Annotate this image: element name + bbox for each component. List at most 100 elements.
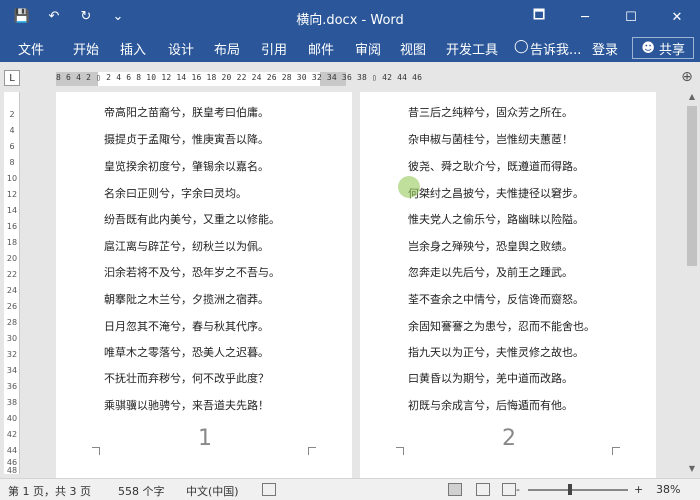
vruler-number: 40 [6,414,18,423]
tab-references[interactable]: 引用 [261,39,287,58]
tab-review[interactable]: 审阅 [355,39,381,58]
scroll-thumb[interactable] [687,106,697,266]
read-mode-icon[interactable] [448,483,462,496]
page-count-status[interactable]: 第 1 页，共 3 页 [8,483,91,499]
text-line[interactable]: 余固知謇謇之为患兮，忍而不能舍也。 [408,318,595,334]
tab-home[interactable]: 开始 [73,39,99,58]
page-1[interactable]: 帝高阳之苗裔兮，朕皇考曰伯庸。 摄提贞于孟陬兮，惟庚寅吾以降。 皇览揆余初度兮，… [56,92,352,478]
text-line[interactable]: 帝高阳之苗裔兮，朕皇考曰伯庸。 [104,104,269,120]
margin-corner-mark [92,447,100,455]
web-layout-icon[interactable] [502,483,516,496]
text-line[interactable]: 初既与余成言兮，后悔遁而有他。 [408,397,573,413]
margin-corner-mark [612,447,620,455]
zoom-slider[interactable] [528,489,628,491]
vruler-number: 48 [6,466,18,475]
text-line[interactable]: 忽奔走以先后兮，及前王之踵武。 [408,264,573,280]
vruler-number: 6 [9,142,15,151]
zoom-in-button[interactable]: + [634,483,643,496]
vruler-number: 44 [6,446,18,455]
ruler-row: L 8 6 4 2 ▯ 2 4 6 8 10 12 14 16 18 20 22… [0,62,700,92]
page-number: 1 [198,426,212,451]
tab-developer[interactable]: 开发工具 [446,39,498,58]
tell-me-box[interactable]: 告诉我... [530,39,581,58]
ribbon-display-options-icon[interactable]: 🗖 [516,0,562,34]
vruler-number: 30 [6,334,18,343]
tab-selector[interactable]: L [4,70,20,86]
tab-view[interactable]: 视图 [400,39,426,58]
text-line[interactable]: 朝搴阰之木兰兮，夕揽洲之宿莽。 [104,291,269,307]
vruler-number: 28 [6,318,18,327]
vertical-scrollbar[interactable]: ▲ ▼ [684,92,700,478]
vruler-number: 14 [6,206,18,215]
word-count-status[interactable]: 558 个字 [118,483,165,499]
maximize-button[interactable]: ☐ [608,0,654,34]
text-line[interactable]: 乘骐骥以驰骋兮，来吾道夫先路！ [104,397,269,413]
vruler-number: 42 [6,430,18,439]
text-line[interactable]: 不抚壮而弃秽兮，何不改乎此度？ [104,370,269,386]
horizontal-ruler-scale: 8 6 4 2 ▯ 2 4 6 8 10 12 14 16 18 20 22 2… [56,73,423,82]
text-line[interactable]: 指九天以为正兮，夫惟灵修之故也。 [408,344,584,360]
close-button[interactable]: ✕ [654,0,700,34]
vruler-number: 36 [6,382,18,391]
tab-insert[interactable]: 插入 [120,39,146,58]
text-line[interactable]: 摄提贞于孟陬兮，惟庚寅吾以降。 [104,131,269,147]
text-line[interactable]: 荃不查余之中情兮，反信谗而齌怒。 [408,291,584,307]
margin-corner-mark [396,447,404,455]
document-canvas[interactable]: 帝高阳之苗裔兮，朕皇考曰伯庸。 摄提贞于孟陬兮，惟庚寅吾以降。 皇览揆余初度兮，… [20,92,684,478]
tab-design[interactable]: 设计 [168,39,194,58]
vertical-ruler: 2 4 6 8 10 12 14 16 18 20 22 24 26 28 30… [4,92,20,475]
text-line[interactable]: 曰黄昏以为期兮，羌中道而改路。 [408,370,573,386]
vruler-number: 8 [9,158,15,167]
text-line[interactable]: 唯草木之零落兮，恐美人之迟暮。 [104,344,269,360]
language-status[interactable]: 中文(中国) [186,483,239,499]
ruler-toggle-icon[interactable]: ⊕ [678,68,696,86]
mouse-cursor-highlight [398,176,420,198]
zoom-level[interactable]: 38% [656,483,680,496]
page-2[interactable]: 昔三后之纯粹兮，固众芳之所在。 杂申椒与菌桂兮，岂惟纫夫蕙茝！ 彼尧、舜之耿介兮… [360,92,656,478]
share-button[interactable]: ☻ 共享 [632,37,694,59]
scroll-down-icon[interactable]: ▼ [684,464,700,478]
zoom-out-button[interactable]: - [516,483,520,496]
share-label: 共享 [658,42,685,58]
text-line[interactable]: 杂申椒与菌桂兮，岂惟纫夫蕙茝！ [408,131,573,147]
vruler-number: 32 [6,350,18,359]
text-line[interactable]: 皇览揆余初度兮，肇锡余以嘉名。 [104,158,269,174]
vruler-number: 24 [6,286,18,295]
text-line[interactable]: 纷吾既有此内美兮，又重之以修能。 [104,211,280,227]
vruler-number: 26 [6,302,18,311]
vruler-number: 12 [6,190,18,199]
margin-corner-mark [308,447,316,455]
vruler-number: 38 [6,398,18,407]
vruler-number: 16 [6,222,18,231]
page-number: 2 [502,426,516,451]
window-controls: 🗖 ─ ☐ ✕ [516,0,700,34]
minimize-button[interactable]: ─ [562,0,608,34]
text-line[interactable]: 汩余若将不及兮，恐年岁之不吾与。 [104,264,280,280]
vruler-number: 20 [6,254,18,263]
status-bar: 第 1 页，共 3 页 558 个字 中文(中国) - + 38% [0,478,700,500]
text-line[interactable]: 岂余身之殚殃兮，恐皇舆之败绩。 [408,238,573,254]
zoom-slider-thumb[interactable] [568,484,572,495]
tab-mailings[interactable]: 邮件 [308,39,334,58]
vruler-number: 22 [6,270,18,279]
lightbulb-icon: ◯ [514,39,529,54]
scroll-up-icon[interactable]: ▲ [684,92,700,106]
person-icon: ☻ [641,40,655,56]
text-line[interactable]: 名余曰正则兮，字余曰灵均。 [104,185,247,201]
vruler-number: 2 [9,110,15,119]
vruler-number: 18 [6,238,18,247]
text-line[interactable]: 日月忽其不淹兮，春与秋其代序。 [104,318,269,334]
text-line[interactable]: 彼尧、舜之耿介兮，既遵道而得路。 [408,158,584,174]
text-line[interactable]: 扈江离与辟芷兮，纫秋兰以为佩。 [104,238,269,254]
ribbon-tabs: 文件 开始 插入 设计 布局 引用 邮件 审阅 视图 开发工具 ◯ 告诉我...… [0,34,700,62]
text-line[interactable]: 昔三后之纯粹兮，固众芳之所在。 [408,104,573,120]
macro-record-icon[interactable] [262,483,276,496]
print-layout-icon[interactable] [476,483,490,496]
vruler-number: 34 [6,366,18,375]
tab-layout[interactable]: 布局 [214,39,240,58]
text-line[interactable]: 惟夫党人之偷乐兮，路幽昧以险隘。 [408,211,584,227]
text-line[interactable]: 何桀纣之昌披兮，夫惟捷径以窘步。 [408,185,584,201]
tab-file[interactable]: 文件 [18,39,44,58]
login-link[interactable]: 登录 [592,39,618,58]
vruler-number: 4 [9,126,15,135]
